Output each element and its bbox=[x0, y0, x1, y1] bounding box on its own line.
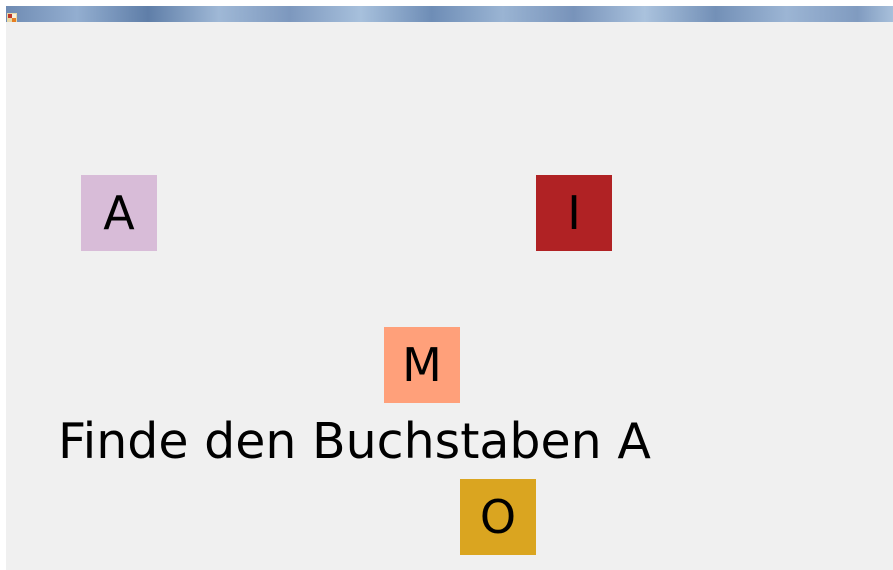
letter-tile-i[interactable]: I bbox=[536, 175, 612, 251]
letter-tile-m[interactable]: M bbox=[384, 327, 460, 403]
tile-letter: I bbox=[567, 186, 581, 240]
letter-tile-o[interactable]: O bbox=[460, 479, 536, 555]
tile-letter: O bbox=[479, 490, 517, 544]
tile-letter: A bbox=[103, 186, 135, 240]
instruction-text: Finde den Buchstaben A bbox=[58, 413, 651, 470]
app-window: A I M Finde den Buchstaben A O bbox=[0, 0, 893, 570]
title-bar[interactable] bbox=[6, 6, 893, 23]
game-area: A I M Finde den Buchstaben A O bbox=[6, 22, 893, 570]
letter-tile-a[interactable]: A bbox=[81, 175, 157, 251]
tile-letter: M bbox=[402, 338, 442, 392]
app-icon[interactable] bbox=[7, 8, 17, 23]
